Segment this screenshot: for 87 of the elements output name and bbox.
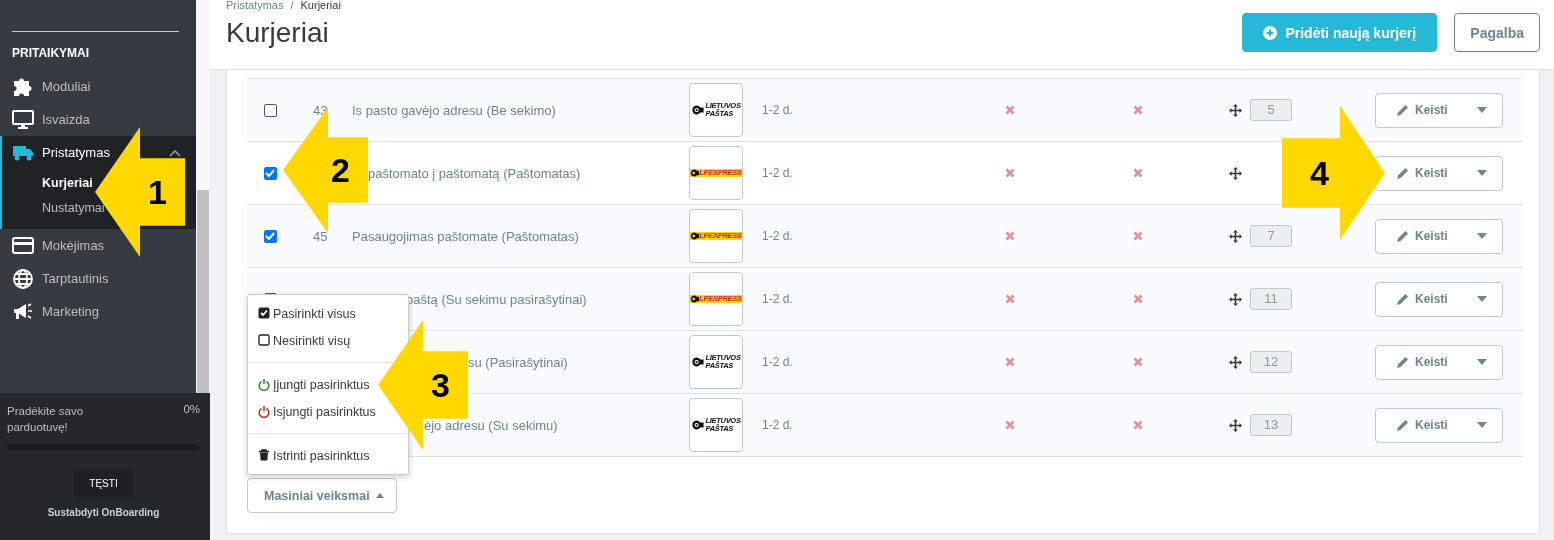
callout-number: 4 [1310, 153, 1329, 193]
power-icon [258, 405, 270, 418]
power-icon [258, 378, 270, 391]
sidebar-subitem[interactable]: Kurjeriai [42, 171, 93, 196]
sidebar-item[interactable]: Moduliai [0, 70, 196, 103]
horn-icon [690, 295, 700, 303]
caret-icon [1477, 296, 1487, 302]
globe-icon [12, 268, 34, 289]
help-button[interactable]: Pagalba [1454, 13, 1540, 52]
caret-icon [1477, 233, 1487, 239]
section-heading: PRITAIKYMAI [11, 45, 91, 62]
sidebar-item[interactable]: Isvaizda [0, 103, 196, 136]
delay-cell: 1-2 d. [762, 292, 793, 306]
trash-icon [258, 449, 270, 462]
drag-handle-icon [1229, 292, 1242, 306]
menu-item[interactable]: Pasirinkti visus [258, 300, 356, 327]
drag-handle-icon [1229, 103, 1242, 117]
horn-icon [690, 232, 700, 240]
drag-handle-icon [1229, 418, 1242, 432]
drag-handle-icon [1229, 229, 1242, 243]
pencil-icon [1396, 355, 1409, 369]
continue-button[interactable]: TĘSTI [74, 469, 133, 498]
edit-button[interactable]: Keisti [1375, 344, 1503, 380]
megaphone-icon [12, 301, 34, 322]
edit-button[interactable]: Keisti [1375, 218, 1503, 254]
carrier-name: Pasaugojimas paštomate (Paštomatas) [352, 228, 579, 244]
drag-handle-icon [1229, 355, 1242, 369]
delay-cell: 1-2 d. [762, 355, 793, 369]
pencil-icon [1396, 166, 1409, 180]
delay-cell: 1-2 d. [762, 103, 793, 117]
delay-cell: 1-2 d. [762, 166, 793, 180]
pencil-icon [1396, 292, 1409, 306]
delay-cell: 1-2 d. [762, 418, 793, 432]
menu-item[interactable]: Nesirinkti visų [258, 327, 351, 354]
caret-icon [1477, 170, 1487, 176]
sidebar-item[interactable]: Mokėjimas [0, 229, 196, 262]
carrier-name: su (Pasirašytinai) [468, 354, 568, 370]
chevron-icon [169, 148, 181, 157]
horn-icon [690, 169, 700, 177]
credit-card-icon [12, 235, 34, 256]
horn-icon [690, 420, 705, 430]
carrier-name: ėjo adresu (Su sekimu) [424, 417, 558, 433]
row-checkbox[interactable] [263, 229, 277, 243]
puzzle-icon [12, 76, 34, 97]
sidebar-item[interactable]: Tarptautinis [0, 262, 196, 295]
horn-icon [690, 357, 705, 367]
edit-button[interactable]: Keisti [1375, 281, 1503, 317]
stop-onboarding-link[interactable]: Sustabdyti OnBoarding [7, 507, 200, 518]
callout-number: 3 [431, 365, 450, 405]
id-cell: 45 [313, 228, 328, 244]
caret-icon [1477, 359, 1487, 365]
checkbox-icon [258, 307, 270, 320]
callout-number: 2 [331, 150, 350, 190]
scrollbar-thumb[interactable] [197, 190, 209, 393]
row-checkbox[interactable] [263, 103, 277, 117]
callout-number: 1 [148, 172, 167, 212]
edit-button[interactable]: Keisti [1375, 407, 1503, 443]
sidebar-item[interactable]: Pristatymas [0, 136, 196, 169]
bulk-actions-button[interactable]: Masiniai veiksmai [247, 478, 397, 513]
sidebar-subitem[interactable]: Nustatymai [42, 196, 105, 221]
menu-item[interactable]: Istrinti pasirinktus [258, 442, 370, 469]
breadcrumb-separator: / [290, 0, 294, 11]
checkbox-icon [258, 334, 270, 347]
sidebar-item[interactable]: Marketing [0, 295, 196, 328]
edit-button[interactable]: Keisti [1375, 155, 1503, 191]
page-title: Kurjeriai [226, 17, 330, 49]
onboarding-text: Pradėkite savo parduotuvę! [7, 404, 85, 435]
horn-icon [690, 105, 705, 115]
carrier-name: paštomato į paštomatą (Paštomatas) [368, 165, 581, 181]
pencil-icon [1396, 103, 1409, 117]
monitor-icon [12, 109, 34, 130]
breadcrumb-item[interactable]: Pristatymas [226, 0, 284, 11]
delay-cell: 1-2 d. [762, 229, 793, 243]
edit-button[interactable]: Keisti [1375, 92, 1503, 128]
caret-icon [1477, 422, 1487, 428]
breadcrumb-item: Kurjeriai [300, 0, 341, 11]
menu-item[interactable]: Isjungti pasirinktus [258, 398, 376, 425]
carrier-name: Is pasto gavėjo adresu (Be sekimo) [352, 102, 556, 118]
menu-item[interactable]: Įjungti pasirinktus [258, 371, 370, 398]
progress-percent: 0% [183, 403, 200, 415]
pencil-icon [1396, 229, 1409, 243]
caret-icon [1477, 107, 1487, 113]
plus-circle-icon [1263, 25, 1278, 40]
row-checkbox[interactable] [263, 166, 277, 180]
drag-handle-icon [1229, 166, 1242, 180]
pencil-icon [1396, 418, 1409, 432]
caret-icon [375, 493, 384, 498]
